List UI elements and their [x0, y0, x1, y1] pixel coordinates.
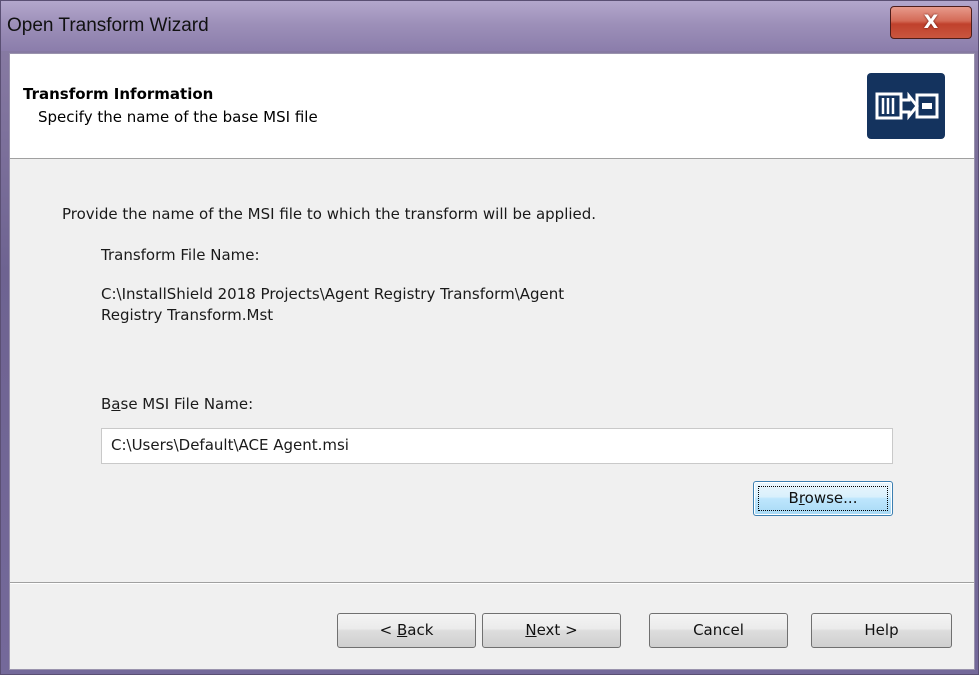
browse-button[interactable]: Browse... [753, 481, 893, 516]
transform-path-line2: Registry Transform.Mst [101, 306, 274, 324]
close-icon: X [923, 11, 939, 33]
back-button[interactable]: < Back [337, 613, 476, 648]
title-bar[interactable]: Open Transform Wizard X [1, 1, 978, 51]
base-msi-input[interactable]: C:\Users\Default\ACE Agent.msi [101, 428, 893, 464]
close-button[interactable]: X [890, 6, 972, 39]
transform-file-label: Transform File Name: [101, 246, 260, 264]
footer-divider [10, 582, 974, 584]
wizard-header: Transform Information Specify the name o… [10, 54, 974, 159]
instruction-text: Provide the name of the MSI file to whic… [62, 205, 597, 223]
next-button[interactable]: Next > [482, 613, 621, 648]
wizard-window: Open Transform Wizard X Transform Inform… [0, 0, 979, 675]
wizard-client-area: Transform Information Specify the name o… [9, 53, 975, 670]
transform-icon [867, 73, 945, 139]
base-msi-label: Base MSI File Name: [101, 395, 254, 413]
cancel-button[interactable]: Cancel [649, 613, 788, 648]
help-button[interactable]: Help [811, 613, 952, 648]
header-title: Transform Information [23, 85, 214, 103]
window-title: Open Transform Wizard [7, 15, 209, 36]
transform-path-line1: C:\InstallShield 2018 Projects\Agent Reg… [101, 285, 565, 303]
base-msi-value: C:\Users\Default\ACE Agent.msi [111, 436, 349, 454]
header-subtitle: Specify the name of the base MSI file [38, 108, 318, 126]
